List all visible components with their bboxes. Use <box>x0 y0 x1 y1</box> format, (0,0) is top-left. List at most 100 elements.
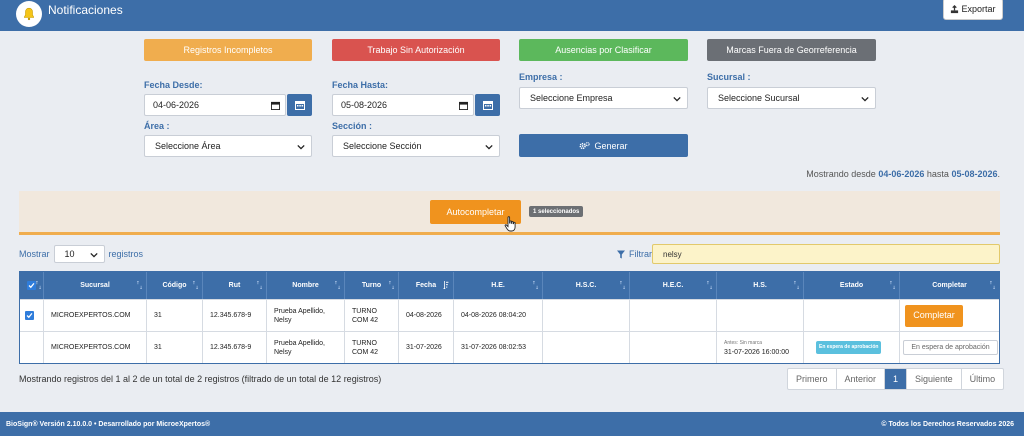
page-size-select[interactable]: 10 <box>53 245 105 263</box>
empresa-select[interactable]: Seleccione Empresa <box>519 87 688 109</box>
chevron-down-icon <box>485 144 493 150</box>
cell-he: 31-07-2026 08:02:53 <box>454 332 543 363</box>
sort-icon <box>533 281 538 289</box>
range-to: 05-08-2026 <box>951 169 998 179</box>
empresa-value: Seleccione Empresa <box>530 93 613 103</box>
generar-button[interactable]: Generar <box>519 134 688 157</box>
seccion-value: Seleccione Sección <box>343 141 422 151</box>
show-label: Mostrar <box>19 249 50 259</box>
page-first[interactable]: Primero <box>788 369 837 389</box>
row-checkbox[interactable] <box>25 311 34 320</box>
fecha-desde-calendar-button[interactable] <box>287 94 312 116</box>
cell-hs-value: 31-07-2026 16:00:00 <box>724 348 789 356</box>
page-prev[interactable]: Anterior <box>837 369 886 389</box>
col-codigo-label: Código <box>162 282 187 289</box>
cell-hs: Antes: Sin marca 31-07-2026 16:00:00 <box>717 332 804 363</box>
col-he[interactable]: H.E. <box>454 272 543 299</box>
range-prefix: Mostrando desde <box>806 169 876 179</box>
cell-turno: TURNO COM 42 <box>345 300 399 331</box>
page-size-control: Mostrar 10 registros <box>19 244 143 264</box>
table-row: MICROEXPERTOS.COM 31 12.345.678-9 Prueba… <box>20 331 999 363</box>
area-label: Área : <box>144 121 170 131</box>
trabajo-sin-autorizacion-button[interactable]: Trabajo Sin Autorización <box>332 39 500 61</box>
cell-nombre: Prueba Apellido, Nelsy <box>267 332 345 363</box>
filter-label: Filtrar: <box>629 249 655 259</box>
cell-hs-note: Antes: Sin marca <box>724 339 763 346</box>
col-rut-label: Rut <box>228 282 241 289</box>
sucursal-select[interactable]: Seleccione Sucursal <box>707 87 876 109</box>
cell-hsc <box>543 300 630 331</box>
cell-turno-line1: TURNO <box>352 339 377 347</box>
fecha-desde-label: Fecha Desde: <box>144 80 203 90</box>
col-rut[interactable]: Rut <box>203 272 267 299</box>
col-hec[interactable]: H.E.C. <box>630 272 717 299</box>
page-next[interactable]: Siguiente <box>907 369 962 389</box>
range-from: 04-06-2026 <box>878 169 925 179</box>
area-value: Seleccione Área <box>155 141 221 151</box>
filter-icon <box>617 250 625 258</box>
completar-button[interactable]: Completar <box>905 304 963 327</box>
col-sucursal[interactable]: Sucursal <box>44 272 147 299</box>
cell-turno-line2: COM 42 <box>352 348 379 356</box>
footer-copyright: © Todos los Derechos Reservados 2026 <box>881 421 1014 428</box>
cell-completar: En espera de aprobación <box>900 332 999 363</box>
table-row: MICROEXPERTOS.COM 31 12.345.678-9 Prueba… <box>20 299 999 331</box>
select-all-checkbox[interactable] <box>27 281 36 290</box>
fecha-hasta-calendar-button[interactable] <box>475 94 500 116</box>
cell-turno-line2: COM 42 <box>352 316 379 324</box>
pagination: Primero Anterior 1 Siguiente Último <box>787 368 1005 390</box>
row-select-cell[interactable] <box>20 300 44 331</box>
ausencias-por-clasificar-button[interactable]: Ausencias por Clasificar <box>519 39 688 61</box>
col-turno[interactable]: Turno <box>345 272 399 299</box>
cell-sucursal: MICROEXPERTOS.COM <box>44 300 147 331</box>
fecha-hasta-input[interactable]: 05-08-2026 <box>332 94 474 116</box>
filter-value: nelsy <box>663 249 682 259</box>
sucursal-value: Seleccione Sucursal <box>718 93 800 103</box>
check-icon <box>28 283 35 289</box>
area-select[interactable]: Seleccione Área <box>144 135 312 157</box>
sort-icon <box>389 281 394 289</box>
export-icon <box>951 4 959 13</box>
col-codigo[interactable]: Código <box>147 272 203 299</box>
cell-codigo: 31 <box>147 300 203 331</box>
filter-input[interactable]: nelsy <box>652 244 1000 264</box>
col-nombre[interactable]: Nombre <box>267 272 345 299</box>
calendar-icon <box>294 101 305 110</box>
sort-icon <box>257 281 262 289</box>
col-hsc[interactable]: H.S.C. <box>543 272 630 299</box>
col-estado[interactable]: Estado <box>804 272 900 299</box>
chevron-down-icon <box>297 144 305 150</box>
table-header: Sucursal Código Rut Nombre Turno Fecha H… <box>20 272 999 299</box>
col-hs-label: H.S. <box>753 282 767 289</box>
calendar-icon <box>271 101 280 110</box>
page-title: Notificaciones <box>48 3 123 17</box>
cell-sucursal: MICROEXPERTOS.COM <box>44 332 147 363</box>
cell-nombre-line2: Nelsy <box>274 348 292 356</box>
sort-icon <box>36 281 41 289</box>
page-last[interactable]: Último <box>962 369 1004 389</box>
fecha-desde-input[interactable]: 04-06-2026 <box>144 94 286 116</box>
cell-completar: Completar <box>900 300 999 331</box>
footer-bar: BioSign® Versión 2.10.0.0 • Desarrollado… <box>0 412 1024 436</box>
fecha-desde-value: 04-06-2026 <box>153 100 200 110</box>
seccion-select[interactable]: Seleccione Sección <box>332 135 500 157</box>
page-current[interactable]: 1 <box>885 369 908 389</box>
filter-control: Filtrar: <box>617 244 655 264</box>
col-completar[interactable]: Completar <box>900 272 999 299</box>
cell-turno-line1: TURNO <box>352 307 377 315</box>
col-hs[interactable]: H.S. <box>717 272 804 299</box>
top-bar: Notificaciones Exportar <box>0 0 1024 31</box>
marcas-fuera-georreferencia-button[interactable]: Marcas Fuera de Georreferencia <box>707 39 876 61</box>
col-fecha[interactable]: Fecha <box>399 272 454 299</box>
sort-icon <box>990 281 995 289</box>
export-button[interactable]: Exportar <box>943 0 1003 20</box>
seccion-label: Sección : <box>332 121 373 131</box>
registros-incompletos-button[interactable]: Registros Incompletos <box>144 39 312 61</box>
empresa-label: Empresa : <box>519 72 563 82</box>
select-all-header[interactable] <box>20 272 44 299</box>
cell-hec <box>630 332 717 363</box>
cell-nombre-line1: Prueba Apellido, <box>274 307 325 315</box>
gears-icon <box>580 141 591 149</box>
col-nombre-label: Nombre <box>292 282 319 289</box>
col-completar-label: Completar <box>932 282 967 289</box>
